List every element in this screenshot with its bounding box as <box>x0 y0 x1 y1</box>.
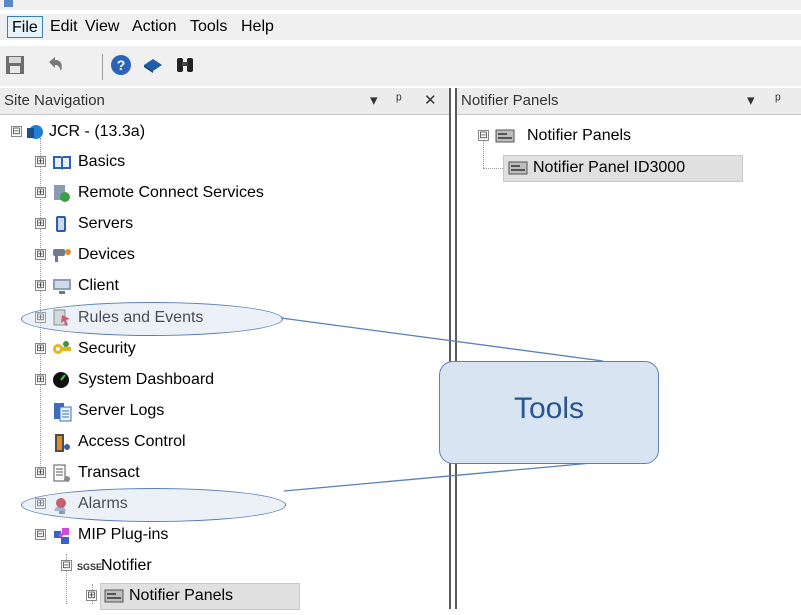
undo-icon[interactable] <box>44 54 66 76</box>
dropdown-icon[interactable]: ▾ <box>747 91 755 109</box>
notifier-panels-title: Notifier Panels <box>461 92 559 109</box>
tree-item-label: Remote Connect Services <box>78 184 264 201</box>
tree-item-system-dashboard[interactable]: ⊞ System Dashboard <box>0 366 449 394</box>
panel-icon <box>104 587 124 605</box>
panel-splitter[interactable] <box>449 88 457 609</box>
site-navigation-tree: ⊟ JCR - (13.3a) ⊞ Basics ⊞ Remote Connec… <box>0 118 449 610</box>
collapse-icon[interactable]: ⊟ <box>478 130 489 141</box>
access-control-icon <box>52 433 70 452</box>
book-icon <box>52 153 71 171</box>
site-navigation-panel: Site Navigation ▾ ᵖ ✕ ⊟ JCR - (13.3a) ⊞ … <box>0 88 449 610</box>
tree-item-label: Servers <box>78 215 134 232</box>
binoculars-icon[interactable] <box>174 54 196 76</box>
remote-connect-icon <box>52 184 70 202</box>
tree-item-security[interactable]: ⊞ Security <box>0 335 449 363</box>
server-icon <box>52 215 70 233</box>
menu-edit[interactable]: Edit <box>46 16 82 38</box>
highlight-oval-rules <box>21 302 283 336</box>
puzzle-icon <box>52 526 70 544</box>
tree-item-label: Transact <box>78 464 140 481</box>
receipt-icon <box>52 464 70 482</box>
tree-item-label: Security <box>78 340 136 357</box>
monitor-icon <box>52 277 71 295</box>
help-icon[interactable]: ? <box>110 54 132 76</box>
highlight-oval-alarms <box>21 488 286 522</box>
tree-item-label: JCR - (13.3a) <box>49 123 146 140</box>
tree-item-devices[interactable]: ⊞ Devices <box>0 241 449 269</box>
camera-icon <box>52 246 71 264</box>
callout-label: Tools <box>513 392 585 425</box>
pin-icon[interactable]: ᵖ <box>396 91 402 108</box>
menu-view[interactable]: View <box>81 16 123 38</box>
logs-icon <box>52 402 72 422</box>
tree-item-label: System Dashboard <box>78 371 215 388</box>
expand-icon[interactable]: ⊞ <box>35 187 46 198</box>
tree-item-server-logs[interactable]: Server Logs <box>0 397 449 425</box>
pin-icon[interactable]: ᵖ <box>775 91 781 108</box>
sgse-icon: SGSE <box>77 562 103 572</box>
tree-item-label: Basics <box>78 153 126 170</box>
tree-item-transact[interactable]: ⊞ Transact <box>0 459 449 487</box>
notifier-panels-header: Notifier Panels ▾ ᵖ <box>457 88 801 115</box>
tree-item-label: Notifier <box>101 557 152 574</box>
tree-item-label: Notifier Panel ID3000 <box>533 159 686 176</box>
menu-tools[interactable]: Tools <box>186 16 231 38</box>
panel-icon <box>495 127 515 145</box>
expand-icon[interactable]: ⊞ <box>35 374 46 385</box>
tree-item-notifier-panels[interactable]: ⊞ Notifier Panels <box>0 582 449 610</box>
tree-item-label: Access Control <box>78 433 186 450</box>
expand-icon[interactable]: ⊞ <box>35 249 46 260</box>
tree-item-label: Notifier Panels <box>129 587 234 604</box>
collapse-icon[interactable]: ⊟ <box>61 560 72 571</box>
save-icon[interactable] <box>4 54 26 76</box>
tree-item-label: Devices <box>78 246 135 263</box>
menu-action[interactable]: Action <box>128 16 180 38</box>
tools-callout: Tools <box>439 361 659 464</box>
tree-item-mip-plug-ins[interactable]: ⊟ MIP Plug-ins <box>0 521 449 549</box>
expand-icon[interactable]: ⊞ <box>86 590 97 601</box>
menu-help[interactable]: Help <box>237 16 278 38</box>
site-navigation-header: Site Navigation ▾ ᵖ ✕ <box>0 88 449 115</box>
dropdown-icon[interactable]: ▾ <box>370 91 378 109</box>
menu-file[interactable]: File <box>7 16 43 38</box>
title-bar <box>0 0 801 10</box>
tree-item-basics[interactable]: ⊞ Basics <box>0 148 449 176</box>
tree-item-servers[interactable]: ⊞ Servers <box>0 210 449 238</box>
tree-item-notifier[interactable]: ⊟ SGSE Notifier <box>0 552 449 580</box>
tree-item-label: Notifier Panels <box>527 127 632 144</box>
expand-icon[interactable]: ⊞ <box>35 218 46 229</box>
dashboard-icon <box>52 371 70 389</box>
notifier-panels-panel: Notifier Panels ▾ ᵖ ⊟ Notifier Panels No… <box>457 88 801 609</box>
close-icon[interactable]: ✕ <box>424 91 437 109</box>
tree-item-label: MIP Plug-ins <box>78 526 169 543</box>
panel-icon <box>508 159 528 177</box>
keys-icon <box>52 340 71 358</box>
tree-item-jcr[interactable]: ⊟ JCR - (13.3a) <box>0 118 449 146</box>
toolbar: ? <box>0 46 801 86</box>
site-navigation-title: Site Navigation <box>4 92 105 109</box>
tree-item-notifier-panels-root[interactable]: ⊟ Notifier Panels <box>457 122 801 150</box>
app-icon <box>4 0 13 7</box>
book-icon[interactable] <box>142 54 164 76</box>
expand-icon[interactable]: ⊞ <box>35 467 46 478</box>
expand-icon[interactable]: ⊞ <box>35 280 46 291</box>
tree-item-client[interactable]: ⊞ Client <box>0 272 449 300</box>
svg-text:?: ? <box>117 57 126 73</box>
tree-item-label: Server Logs <box>78 402 165 419</box>
tree-item-label: Client <box>78 277 119 294</box>
server-globe-icon <box>26 123 44 141</box>
collapse-icon[interactable]: ⊟ <box>11 126 22 137</box>
expand-icon[interactable]: ⊞ <box>35 156 46 167</box>
menu-bar: File Edit View Action Tools Help <box>0 14 801 40</box>
collapse-icon[interactable]: ⊟ <box>35 529 46 540</box>
tree-item-remote-connect-services[interactable]: ⊞ Remote Connect Services <box>0 179 449 207</box>
tree-item-notifier-panel-id3000[interactable]: Notifier Panel ID3000 <box>457 154 801 182</box>
tree-item-access-control[interactable]: Access Control <box>0 428 449 456</box>
expand-icon[interactable]: ⊞ <box>35 343 46 354</box>
toolbar-separator <box>102 54 103 80</box>
